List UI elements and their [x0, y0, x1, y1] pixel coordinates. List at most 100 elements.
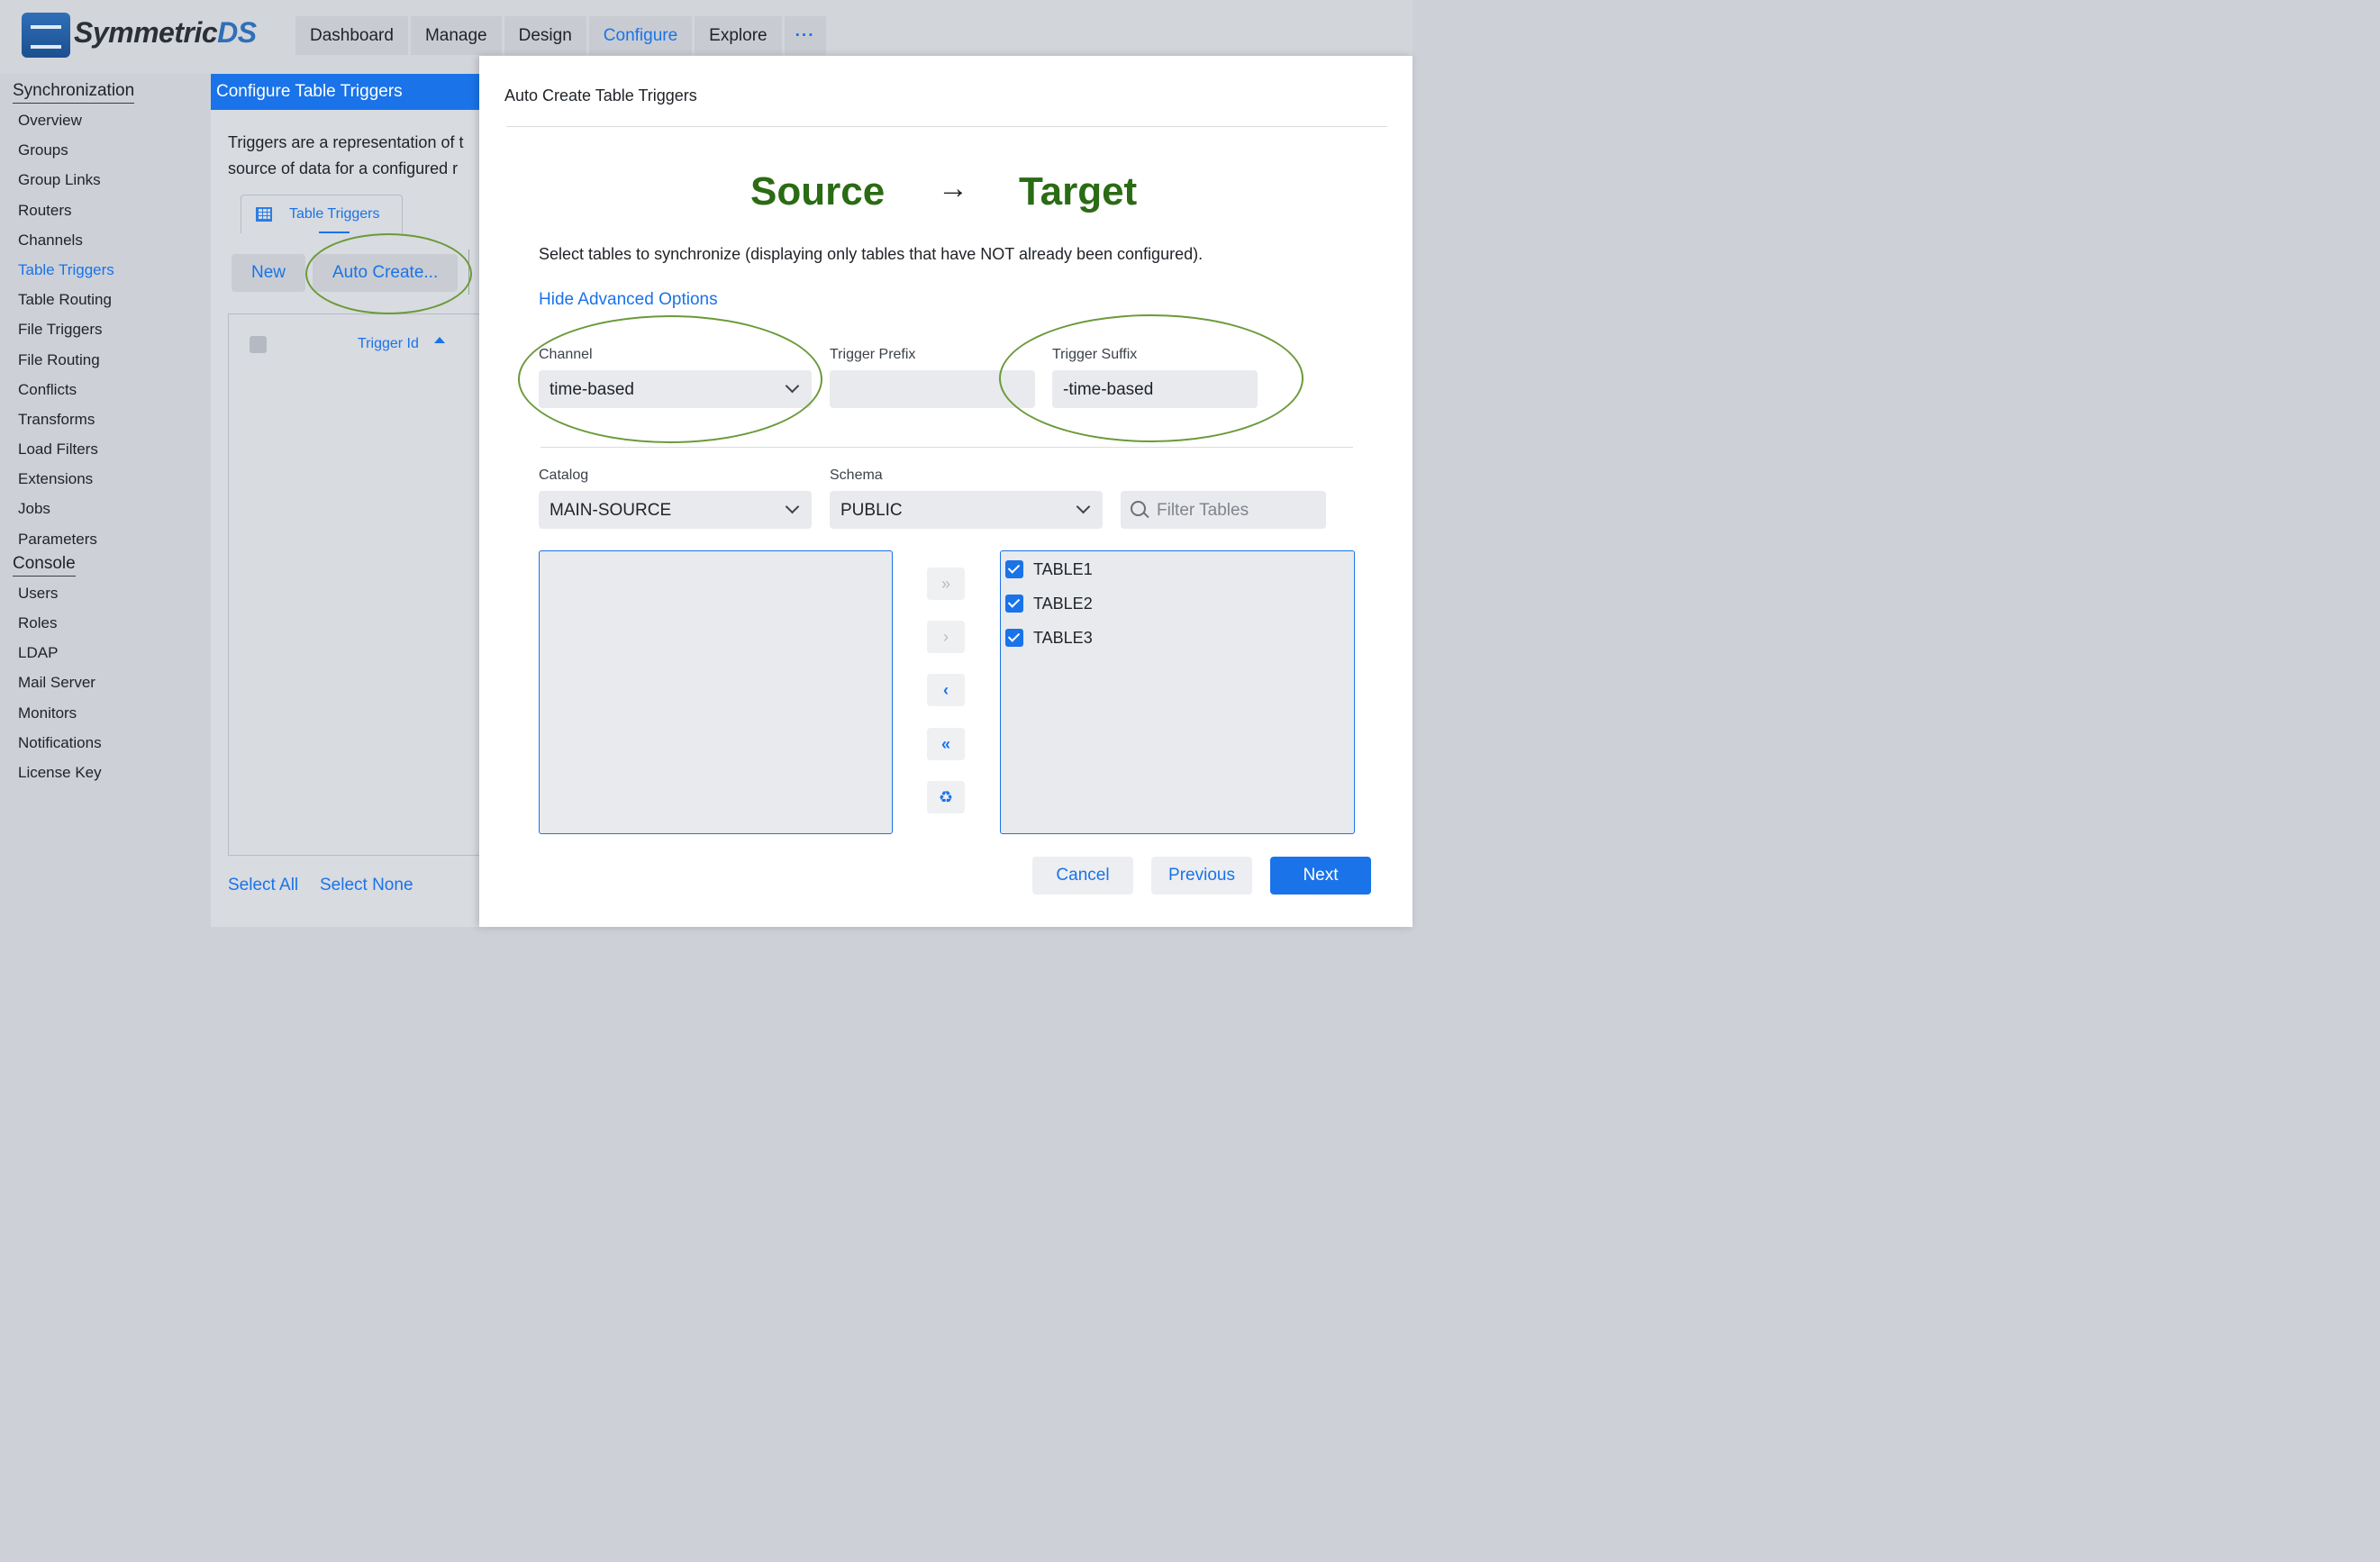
- trigger-prefix-label: Trigger Prefix: [830, 347, 916, 362]
- chevron-down-icon: [785, 499, 800, 514]
- target-label: Target: [1019, 169, 1138, 213]
- sidebar-item-file-routing[interactable]: File Routing: [18, 345, 211, 375]
- filter-tables-field[interactable]: [1121, 491, 1326, 531]
- tab-underline: [319, 232, 350, 233]
- trigger-suffix-label: Trigger Suffix: [1052, 347, 1138, 362]
- nav-dashboard[interactable]: Dashboard: [295, 16, 408, 55]
- sidebar-item-routers[interactable]: Routers: [18, 195, 211, 225]
- checkbox-checked-icon[interactable]: [1005, 560, 1023, 578]
- chevron-down-icon: [785, 378, 800, 394]
- sidebar-item-parameters[interactable]: Parameters: [18, 524, 211, 554]
- options-divider: [540, 447, 1353, 448]
- sidebar-item-extensions[interactable]: Extensions: [18, 464, 211, 494]
- sidebar-item-load-filters[interactable]: Load Filters: [18, 434, 211, 464]
- list-item[interactable]: TABLE2: [1005, 590, 1093, 617]
- nav-explore[interactable]: Explore: [695, 16, 782, 55]
- sidebar-item-groups[interactable]: Groups: [18, 135, 211, 165]
- schema-value: PUBLIC: [840, 501, 903, 520]
- checkbox-checked-icon[interactable]: [1005, 595, 1023, 613]
- symmetricds-logo-icon[interactable]: [22, 13, 70, 58]
- trigger-prefix-input[interactable]: [830, 370, 1035, 408]
- schema-label: Schema: [830, 468, 883, 483]
- description-line-2: source of data for a configured r: [228, 159, 459, 177]
- sidebar-item-jobs[interactable]: Jobs: [18, 494, 211, 523]
- auto-create-button[interactable]: Auto Create...: [313, 254, 459, 292]
- select-all-checkbox[interactable]: [250, 336, 267, 353]
- app-logo-text[interactable]: SymmetricDS: [74, 16, 257, 50]
- sidebar-item-users[interactable]: Users: [18, 578, 211, 608]
- move-right-button[interactable]: ›: [927, 621, 965, 653]
- column-trigger-id[interactable]: Trigger Id: [358, 336, 419, 352]
- move-left-button[interactable]: ‹: [927, 674, 965, 706]
- next-button[interactable]: Next: [1270, 857, 1371, 895]
- checkbox-checked-icon[interactable]: [1005, 629, 1023, 647]
- move-all-left-button[interactable]: «: [927, 728, 965, 760]
- channel-select[interactable]: time-based: [539, 370, 812, 408]
- table-icon: [256, 207, 272, 222]
- select-none-link[interactable]: Select None: [320, 876, 413, 895]
- logo-text-b: DS: [217, 16, 257, 49]
- sort-ascending-icon[interactable]: [434, 337, 445, 343]
- list-item[interactable]: TABLE3: [1005, 624, 1093, 651]
- catalog-select[interactable]: MAIN-SOURCE: [539, 491, 812, 529]
- new-button[interactable]: New: [232, 254, 306, 292]
- sidebar: Synchronization Overview Groups Group Li…: [0, 74, 211, 927]
- table-name: TABLE1: [1033, 559, 1093, 578]
- list-item[interactable]: TABLE1: [1005, 556, 1093, 583]
- auto-create-dialog: Auto Create Table Triggers Source → Targ…: [479, 56, 1413, 927]
- main-nav: Dashboard Manage Design Configure Explor…: [295, 16, 826, 55]
- table-name: TABLE2: [1033, 594, 1093, 613]
- logo-text-a: Symmetric: [74, 16, 218, 49]
- chevron-down-icon: [1076, 499, 1091, 514]
- sidebar-item-license-key[interactable]: License Key: [18, 758, 211, 787]
- main-content: Configure Table Triggers Triggers are a …: [211, 74, 482, 927]
- sidebar-item-conflicts[interactable]: Conflicts: [18, 375, 211, 404]
- source-label: Source: [750, 169, 886, 213]
- sidebar-item-file-triggers[interactable]: File Triggers: [18, 314, 211, 344]
- toolbar-divider: [468, 250, 469, 295]
- tab-label: Table Triggers: [289, 206, 380, 222]
- table-name: TABLE3: [1033, 628, 1093, 647]
- channel-value: time-based: [550, 380, 634, 399]
- source-target-heading: Source → Target: [479, 169, 1413, 223]
- available-tables-list[interactable]: [539, 550, 893, 834]
- filter-tables-input[interactable]: [1155, 491, 1321, 531]
- page-description: Triggers are a representation of t sourc…: [228, 130, 481, 182]
- sidebar-item-transforms[interactable]: Transforms: [18, 404, 211, 434]
- nav-more-button[interactable]: ···: [784, 16, 826, 55]
- sidebar-item-ldap[interactable]: LDAP: [18, 638, 211, 667]
- select-all-link[interactable]: Select All: [228, 876, 298, 895]
- catalog-label: Catalog: [539, 468, 589, 483]
- selected-tables-list[interactable]: TABLE1 TABLE2 TABLE3: [1000, 550, 1355, 834]
- schema-select[interactable]: PUBLIC: [830, 491, 1103, 529]
- catalog-value: MAIN-SOURCE: [550, 501, 672, 520]
- sidebar-section-console: Console: [13, 554, 76, 577]
- move-all-right-button[interactable]: »: [927, 568, 965, 600]
- nav-manage[interactable]: Manage: [410, 16, 502, 55]
- sidebar-section-synchronization: Synchronization: [13, 81, 135, 104]
- sidebar-item-notifications[interactable]: Notifications: [18, 728, 211, 758]
- tab-table-triggers[interactable]: Table Triggers: [241, 195, 403, 233]
- description-line-1: Triggers are a representation of t: [228, 133, 464, 151]
- search-icon: [1131, 501, 1146, 516]
- recycle-icon[interactable]: ♻: [927, 781, 965, 813]
- trigger-suffix-value: -time-based: [1063, 380, 1154, 399]
- sidebar-item-monitors[interactable]: Monitors: [18, 698, 211, 728]
- cancel-button[interactable]: Cancel: [1032, 857, 1133, 895]
- sidebar-item-overview[interactable]: Overview: [18, 105, 211, 135]
- previous-button[interactable]: Previous: [1151, 857, 1252, 895]
- sidebar-item-roles[interactable]: Roles: [18, 608, 211, 638]
- hide-advanced-options-link[interactable]: Hide Advanced Options: [539, 290, 718, 310]
- grid-header: Trigger Id: [228, 313, 482, 375]
- nav-design[interactable]: Design: [504, 16, 586, 55]
- sidebar-item-table-triggers[interactable]: Table Triggers: [18, 255, 211, 285]
- nav-configure[interactable]: Configure: [588, 16, 693, 55]
- dialog-title: Auto Create Table Triggers: [504, 86, 697, 104]
- sidebar-item-table-routing[interactable]: Table Routing: [18, 285, 211, 314]
- page-title: Configure Table Triggers: [211, 74, 481, 110]
- sidebar-item-channels[interactable]: Channels: [18, 225, 211, 255]
- channel-label: Channel: [539, 347, 593, 362]
- sidebar-item-group-links[interactable]: Group Links: [18, 165, 211, 195]
- sidebar-item-mail-server[interactable]: Mail Server: [18, 667, 211, 697]
- trigger-suffix-input[interactable]: -time-based: [1052, 370, 1258, 408]
